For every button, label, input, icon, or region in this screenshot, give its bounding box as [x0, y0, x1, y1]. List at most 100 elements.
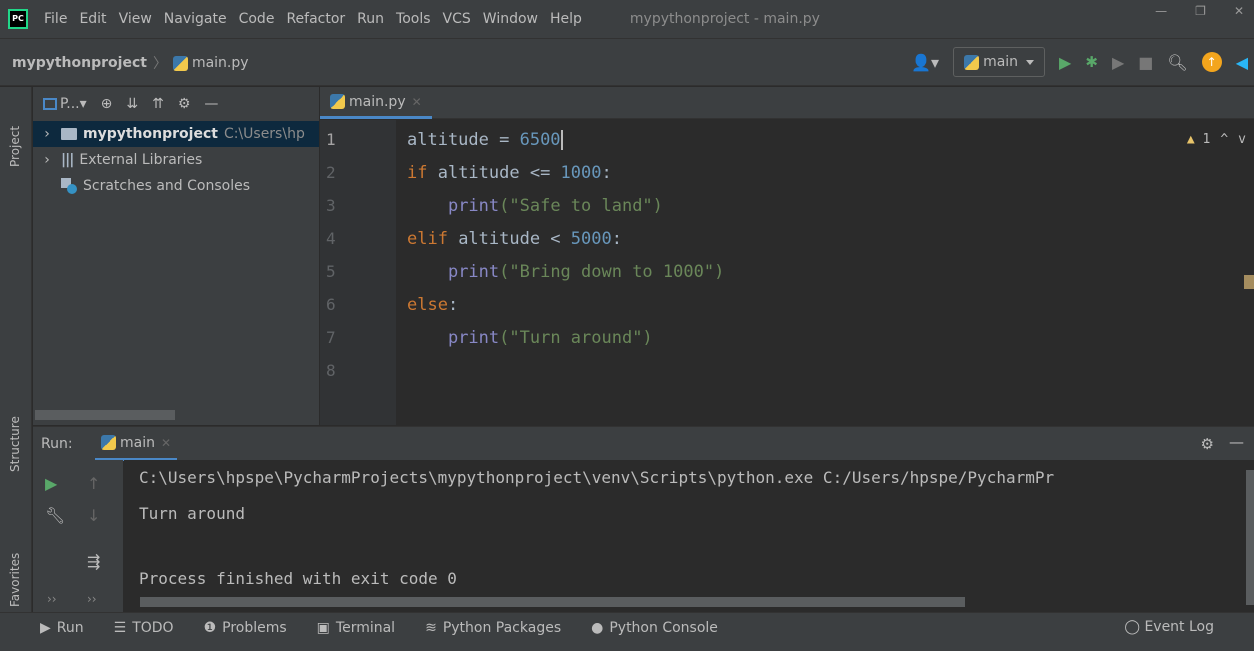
bottom-tab-run[interactable]: ▶ Run	[40, 620, 84, 636]
arrow-up-icon[interactable]: ↑	[87, 474, 100, 493]
expand-toolbar-icon[interactable]: ››	[47, 592, 57, 606]
list-icon: ☰	[113, 619, 127, 636]
line-number-gutter: 1 2 3 4 5 6 7 8	[320, 120, 396, 425]
update-icon[interactable]: ↑	[1201, 52, 1222, 72]
close-icon[interactable]: ✕	[1234, 4, 1244, 18]
chevron-right-icon[interactable]: ›	[39, 152, 55, 168]
console-line: Turn around	[139, 504, 245, 523]
chevron-right-icon[interactable]: ›	[39, 126, 55, 142]
gear-icon[interactable]: ⚙	[178, 96, 191, 112]
run-console-output[interactable]: C:\Users\hpspe\PycharmProjects\mypythonp…	[124, 460, 1254, 620]
editor-tab-bar: main.py ✕	[320, 87, 1254, 119]
close-tab-icon[interactable]: ✕	[161, 436, 171, 450]
wrench-icon[interactable]: 🔧︎	[45, 506, 65, 525]
tree-item-project[interactable]: › mypythonproject C:\Users\hp	[33, 121, 319, 147]
breadcrumb: mypythonproject 〉 main.py	[12, 53, 249, 73]
bottom-tab-terminal[interactable]: ▣ Terminal	[317, 620, 395, 636]
close-tab-icon[interactable]: ✕	[412, 95, 422, 109]
tree-item-external-libraries[interactable]: › ||| External Libraries	[33, 147, 319, 173]
chevron-up-icon[interactable]: ^	[1220, 132, 1228, 147]
run-config-label: main	[983, 54, 1019, 70]
warning-scroll-marker[interactable]	[1244, 275, 1254, 289]
debug-icon[interactable]: ✱	[1085, 53, 1098, 71]
tab-main-py[interactable]: main.py ✕	[320, 87, 432, 119]
code-with-me-icon[interactable]: ◀	[1236, 53, 1248, 72]
tree-item-label: External Libraries	[79, 152, 203, 168]
expand-all-icon[interactable]: ⇊	[126, 96, 138, 112]
breadcrumb-project[interactable]: mypythonproject	[12, 55, 147, 71]
minimize-icon[interactable]: —	[1155, 4, 1167, 18]
menu-tools[interactable]: Tools	[396, 11, 431, 27]
line-number: 5	[326, 262, 336, 281]
info-icon: ❶	[203, 619, 217, 636]
code-line: if altitude <= 1000:	[407, 163, 612, 183]
arrow-down-icon[interactable]: ↓	[87, 506, 100, 525]
breadcrumb-file[interactable]: main.py	[192, 55, 249, 71]
project-tool-window-tab[interactable]: Project	[8, 126, 22, 167]
bottom-tool-bar: ▶ Run ☰ TODO ❶ Problems ▣ Terminal ≋ Python P…	[0, 612, 1254, 642]
chevron-right-icon: 〉	[152, 56, 167, 72]
python-icon	[964, 54, 980, 70]
menu-vcs[interactable]: VCS	[443, 11, 471, 27]
python-file-icon	[330, 94, 345, 109]
line-number: 2	[326, 163, 336, 182]
console-line: C:\Users\hpspe\PycharmProjects\mypythonp…	[139, 468, 1055, 487]
gear-icon[interactable]: ⚙	[1201, 435, 1214, 453]
code-line: altitude = 6500	[407, 130, 563, 150]
hide-icon[interactable]: —	[1229, 433, 1244, 451]
coverage-icon[interactable]: ▶	[1112, 53, 1124, 72]
project-horizontal-scrollbar[interactable]	[35, 410, 175, 420]
event-log-button[interactable]: ◯ Event Log	[1124, 619, 1214, 635]
menu-edit[interactable]: Edit	[79, 11, 106, 27]
expand-toolbar-icon[interactable]: ››	[87, 592, 97, 606]
console-horizontal-scrollbar[interactable]	[140, 597, 965, 607]
locate-icon[interactable]: ⊕	[101, 96, 113, 112]
menu-help[interactable]: Help	[550, 11, 582, 27]
tree-item-scratches[interactable]: Scratches and Consoles	[33, 173, 319, 199]
console-vertical-scrollbar[interactable]	[1246, 470, 1254, 605]
line-number: 1	[326, 130, 336, 149]
project-view-selector[interactable]: P...▾	[43, 96, 87, 112]
code-editor[interactable]: altitude = 6500 if altitude <= 1000: pri…	[397, 120, 1254, 425]
rerun-icon[interactable]: ▶	[45, 474, 57, 493]
collapse-all-icon[interactable]: ⇈	[152, 96, 164, 112]
folder-icon	[61, 128, 77, 140]
menu-window[interactable]: Window	[483, 11, 538, 27]
scratches-icon	[61, 178, 77, 194]
bottom-tab-python-console[interactable]: ● Python Console	[591, 620, 718, 636]
run-config-selector[interactable]: main	[953, 47, 1046, 77]
menu-navigate[interactable]: Navigate	[164, 11, 227, 27]
user-icon[interactable]: 👤▾	[911, 53, 939, 72]
navigation-bar: mypythonproject 〉 main.py 👤▾ main ▶ ✱ ▶ …	[0, 38, 1254, 86]
run-panel-header: Run: main ✕ ⚙ —	[33, 426, 1254, 461]
status-bar	[0, 642, 1254, 651]
stop-icon[interactable]: ■	[1138, 53, 1153, 72]
favorites-tool-window-tab[interactable]: Favorites	[8, 553, 22, 607]
python-file-icon	[172, 55, 188, 71]
chevron-down-icon	[1026, 59, 1035, 65]
window-title: mypythonproject - main.py	[629, 11, 820, 27]
menu-run[interactable]: Run	[357, 11, 384, 27]
chevron-down-icon[interactable]: v	[1238, 132, 1246, 147]
bottom-tab-python-packages[interactable]: ≋ Python Packages	[425, 620, 561, 636]
menu-code[interactable]: Code	[239, 11, 275, 27]
maximize-icon[interactable]: ❐	[1195, 4, 1206, 18]
menu-view[interactable]: View	[119, 11, 152, 27]
terminal-icon: ▣	[316, 619, 330, 636]
run-toolbar: ▶ ↑ 🔧︎ ↓ ⇶ ›› ››	[33, 460, 123, 620]
soft-wrap-icon[interactable]: ⇶	[87, 552, 100, 571]
run-label: Run:	[41, 436, 73, 452]
search-icon[interactable]: 🔍︎	[1167, 53, 1187, 72]
bottom-tab-todo[interactable]: ☰ TODO	[114, 620, 174, 636]
hide-icon[interactable]: —	[204, 96, 218, 112]
run-icon[interactable]: ▶	[1059, 53, 1071, 72]
packages-icon: ≋	[425, 619, 437, 636]
run-tab-main[interactable]: main ✕	[95, 427, 178, 461]
event-log-icon: ◯	[1124, 619, 1140, 635]
structure-tool-window-tab[interactable]: Structure	[8, 416, 22, 472]
inspection-widget[interactable]: ▲ 1 ^ v	[1187, 132, 1246, 147]
menu-file[interactable]: File	[44, 11, 67, 27]
menu-refactor[interactable]: Refactor	[286, 11, 345, 27]
console-line: Process finished with exit code 0	[139, 569, 457, 588]
bottom-tab-problems[interactable]: ❶ Problems	[204, 620, 287, 636]
